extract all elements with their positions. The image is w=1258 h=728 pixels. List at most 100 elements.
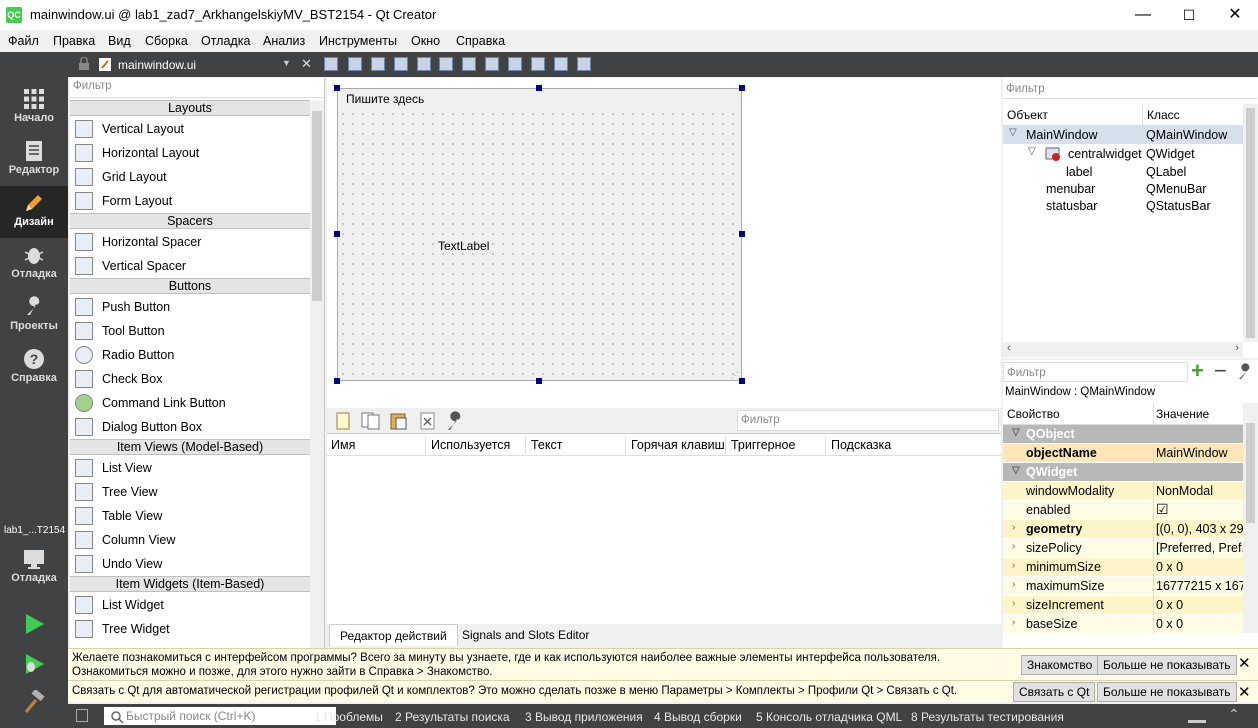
widget-item[interactable]: Grid Layout bbox=[70, 165, 310, 189]
widget-item[interactable]: Dialog Button Box bbox=[70, 415, 310, 439]
copy-action-icon[interactable] bbox=[361, 412, 381, 430]
configure-icon[interactable] bbox=[1237, 363, 1255, 381]
property-row[interactable]: › geometry [(0, 0), 403 x 292] bbox=[1003, 520, 1244, 539]
tree-row-label[interactable]: label QLabel bbox=[1003, 163, 1243, 181]
configure-icon[interactable] bbox=[445, 410, 469, 432]
mode-help[interactable]: ? Справка bbox=[0, 342, 68, 394]
break-layout-icon[interactable] bbox=[554, 57, 568, 71]
widget-item[interactable]: Horizontal Spacer bbox=[70, 230, 310, 254]
main-window-form[interactable]: Пишите здесь TextLabel ⋰ bbox=[337, 88, 742, 381]
property-filter-input[interactable]: Фильтр bbox=[1003, 362, 1188, 382]
chevron-right-icon[interactable]: › bbox=[1012, 579, 1015, 590]
close-document-button[interactable]: ✕ bbox=[301, 56, 312, 72]
widget-item[interactable]: Tree View bbox=[70, 480, 310, 504]
edit-buddies-icon[interactable] bbox=[371, 57, 385, 71]
widget-item[interactable]: Vertical Layout bbox=[70, 117, 310, 141]
add-dynamic-property-icon[interactable]: + bbox=[1191, 360, 1204, 382]
menu-edit[interactable]: Правка bbox=[53, 34, 95, 48]
object-inspector-vscrollbar[interactable] bbox=[1243, 104, 1258, 342]
widget-item[interactable]: Tool Button bbox=[70, 319, 310, 343]
column-header[interactable]: Подсказка bbox=[831, 438, 891, 452]
property-row[interactable]: windowModality NonModal bbox=[1003, 482, 1243, 501]
pane-test-results[interactable]: 8 Результаты тестирования bbox=[911, 710, 1064, 724]
chevron-down-icon[interactable]: ▽ bbox=[1012, 427, 1020, 438]
type-here-menu[interactable]: Пишите здесь bbox=[346, 92, 424, 106]
menu-view[interactable]: Вид bbox=[108, 34, 131, 48]
column-header[interactable]: Триггерное bbox=[731, 438, 795, 452]
delete-action-icon[interactable] bbox=[419, 412, 437, 430]
close-notification-icon[interactable]: ✕ bbox=[1238, 683, 1251, 701]
edit-tab-order-icon[interactable] bbox=[394, 57, 408, 71]
property-row[interactable]: › minimumSize 0 x 0 bbox=[1003, 558, 1243, 577]
menu-help[interactable]: Справка bbox=[456, 34, 505, 48]
pane-compile-output[interactable]: 4 Вывод сборки bbox=[654, 710, 742, 724]
menu-tools[interactable]: Инструменты bbox=[319, 34, 397, 48]
text-label-widget[interactable]: TextLabel bbox=[438, 239, 489, 253]
category-item-widgets[interactable]: Item Widgets (Item-Based) bbox=[70, 576, 310, 592]
chevron-up-icon[interactable]: ⌃ bbox=[1228, 706, 1240, 723]
menu-window[interactable]: Окно bbox=[411, 34, 440, 48]
action-filter-input[interactable]: Фильтр bbox=[737, 410, 999, 431]
chevron-down-icon[interactable]: ▼ bbox=[282, 58, 291, 68]
close-notification-icon[interactable]: ✕ bbox=[1238, 654, 1251, 672]
widget-item[interactable]: Column View bbox=[70, 528, 310, 552]
widget-item[interactable]: Undo View bbox=[70, 552, 310, 576]
widget-item[interactable]: Form Layout bbox=[70, 189, 310, 213]
form-menu-bar[interactable]: Пишите здесь bbox=[338, 89, 741, 108]
tree-row-statusbar[interactable]: statusbar QStatusBar bbox=[1003, 197, 1243, 215]
selection-handle[interactable] bbox=[334, 85, 340, 91]
link-with-qt-button[interactable]: Связать с Qt bbox=[1013, 682, 1096, 702]
selection-handle[interactable] bbox=[739, 231, 745, 237]
mode-welcome[interactable]: Начало bbox=[0, 82, 68, 134]
chevron-right-icon[interactable]: › bbox=[1012, 522, 1015, 533]
tab-signals-slots[interactable]: Signals and Slots Editor bbox=[452, 624, 599, 646]
property-row[interactable]: › sizePolicy [Preferred, Pref... bbox=[1003, 539, 1244, 558]
chevron-down-icon[interactable]: ▽ bbox=[1009, 127, 1017, 138]
layout-vertical-icon[interactable] bbox=[439, 57, 453, 71]
selection-handle[interactable] bbox=[739, 85, 745, 91]
widget-filter-input[interactable]: Фильтр bbox=[70, 80, 324, 98]
mode-debug[interactable]: Отладка bbox=[0, 238, 68, 290]
column-header[interactable]: Используется bbox=[431, 438, 510, 452]
paste-action-icon[interactable] bbox=[389, 412, 409, 430]
column-header[interactable]: Значение bbox=[1156, 407, 1209, 421]
menu-build[interactable]: Сборка bbox=[145, 34, 188, 48]
mode-projects[interactable]: Проекты bbox=[0, 290, 68, 342]
selection-handle[interactable] bbox=[334, 231, 340, 237]
selection-handle[interactable] bbox=[334, 378, 340, 384]
chevron-right-icon[interactable]: › bbox=[1012, 560, 1015, 571]
property-row[interactable]: objectName MainWindow bbox=[1003, 444, 1243, 463]
new-action-icon[interactable] bbox=[335, 412, 351, 430]
mode-edit[interactable]: Редактор bbox=[0, 134, 68, 186]
locator-input[interactable]: Быстрый поиск (Ctrl+K) bbox=[104, 707, 336, 725]
category-item-views[interactable]: Item Views (Model-Based) bbox=[70, 439, 310, 455]
selection-handle[interactable] bbox=[739, 378, 745, 384]
open-document-name[interactable]: mainwindow.ui bbox=[118, 58, 196, 72]
menu-analyze[interactable]: Анализ bbox=[263, 34, 305, 48]
debug-run-button[interactable] bbox=[22, 652, 46, 676]
column-header[interactable]: Текст bbox=[531, 438, 562, 452]
chevron-right-icon[interactable]: › bbox=[1012, 617, 1015, 628]
tree-row-menubar[interactable]: menubar QMenuBar bbox=[1003, 180, 1243, 198]
maximize-button[interactable]: ☐ bbox=[1166, 0, 1212, 30]
scrollbar-thumb[interactable] bbox=[1246, 108, 1255, 338]
selection-handle[interactable] bbox=[536, 378, 542, 384]
column-header[interactable]: Горячая клавиш bbox=[631, 438, 725, 452]
adjust-size-icon[interactable] bbox=[577, 57, 591, 71]
selection-handle[interactable] bbox=[536, 85, 542, 91]
category-layouts[interactable]: Layouts bbox=[70, 100, 310, 116]
size-grip-icon[interactable]: ⋰ bbox=[731, 371, 739, 380]
mode-design[interactable]: Дизайн bbox=[0, 186, 68, 238]
layout-splitter-h-icon[interactable] bbox=[462, 57, 476, 71]
scrollbar-thumb[interactable] bbox=[312, 111, 322, 301]
property-editor-scrollbar[interactable] bbox=[1243, 403, 1258, 633]
layout-splitter-v-icon[interactable] bbox=[485, 57, 499, 71]
widget-item[interactable]: Radio Button bbox=[70, 343, 310, 367]
category-spacers[interactable]: Spacers bbox=[70, 213, 310, 229]
menu-file[interactable]: Файл bbox=[8, 34, 39, 48]
tree-row-centralwidget[interactable]: ▽ centralwidget QWidget bbox=[1003, 145, 1243, 163]
widget-item[interactable]: Table View bbox=[70, 504, 310, 528]
layout-grid-icon[interactable] bbox=[531, 57, 545, 71]
chevron-right-icon[interactable]: › bbox=[1235, 342, 1239, 354]
edit-signals-slots-icon[interactable] bbox=[348, 57, 362, 71]
